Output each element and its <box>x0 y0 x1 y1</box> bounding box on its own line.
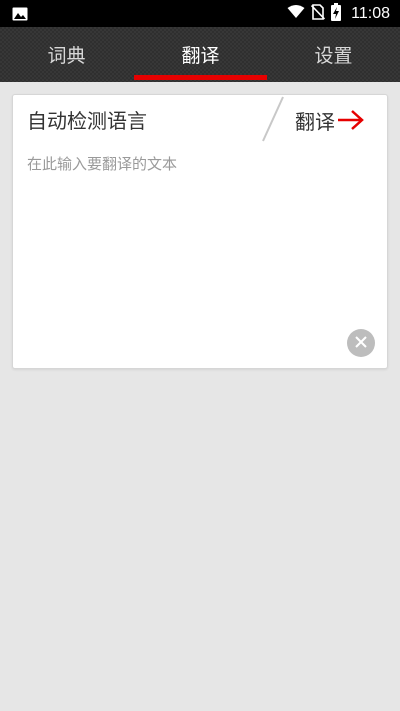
arrow-right-icon <box>337 109 365 131</box>
tab-label: 词典 <box>47 45 86 67</box>
close-icon <box>354 334 368 353</box>
tab-bar: 词典 翻译 设置 <box>0 27 400 82</box>
battery-charging-icon <box>331 2 342 25</box>
no-sim-icon <box>311 3 326 24</box>
tab-dictionary[interactable]: 词典 <box>0 27 133 82</box>
clear-button[interactable] <box>347 329 375 357</box>
active-tab-indicator <box>134 75 267 80</box>
image-icon <box>12 6 28 25</box>
translate-button-label: 翻译 <box>295 109 335 134</box>
source-language-selector[interactable]: 自动检测语言 <box>27 105 147 135</box>
tab-label: 翻译 <box>181 45 220 67</box>
tab-label: 设置 <box>314 45 353 67</box>
translate-button[interactable]: 翻译 <box>295 105 365 135</box>
tab-translate[interactable]: 翻译 <box>134 27 267 82</box>
status-time: 11:08 <box>351 4 390 22</box>
status-icons: 11:08 <box>287 0 390 27</box>
tab-settings[interactable]: 设置 <box>267 27 400 82</box>
status-bar: 11:08 <box>0 0 400 27</box>
translate-text-input[interactable] <box>27 153 375 323</box>
translate-card: 自动检测语言 翻译 <box>12 94 388 369</box>
divider-slash <box>259 95 289 147</box>
wifi-icon <box>287 4 305 23</box>
